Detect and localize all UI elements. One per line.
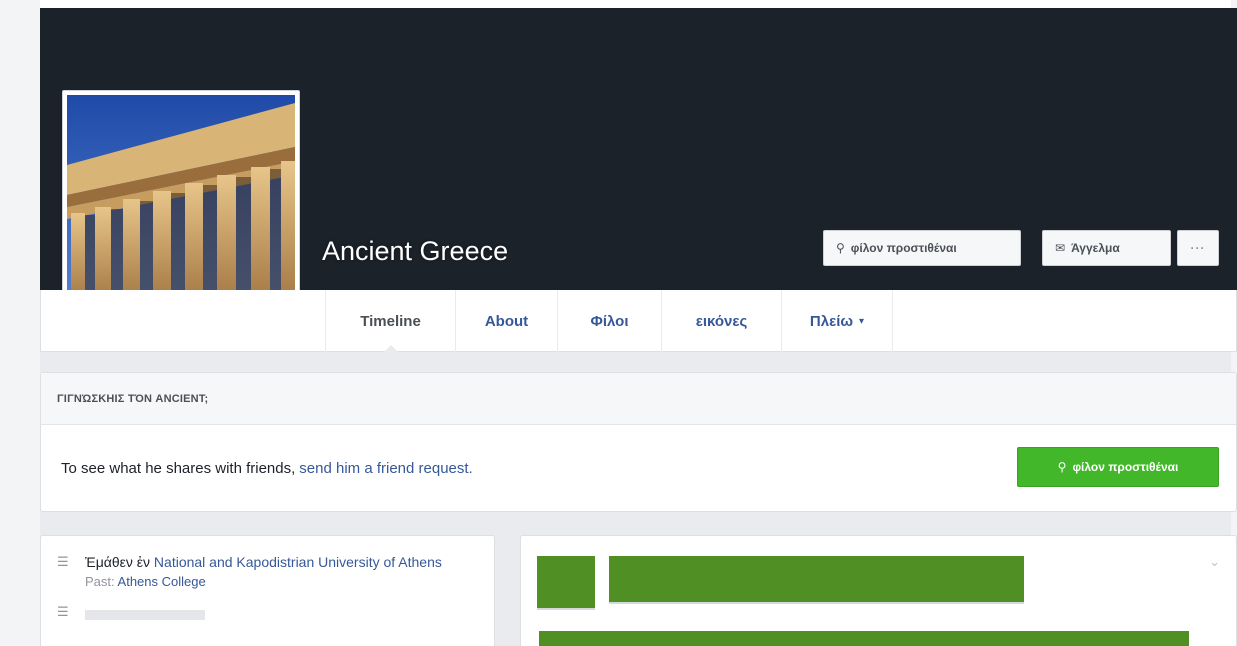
post-card: ⌄ (520, 535, 1237, 646)
add-friend-label: φίλον προστιθέναι (850, 241, 957, 255)
post-header-placeholder (609, 556, 1024, 604)
top-strip (0, 0, 1237, 8)
tab-friends[interactable]: Φίλοι (557, 290, 661, 352)
past-label: Past: (85, 574, 115, 589)
left-gutter (0, 0, 40, 646)
intro-row-cut: ☰ (41, 592, 494, 620)
past-school: Past: Athens College (85, 572, 485, 592)
profile-header: Ancient Greece ⚲ φίλον προστιθέναι ✉ Άγγ… (40, 8, 1237, 353)
friend-request-text: To see what he shares with friends, (61, 459, 296, 477)
more-options-button[interactable]: ··· (1177, 230, 1219, 266)
tab-about[interactable]: About (455, 290, 557, 352)
post-avatar-placeholder (537, 556, 595, 610)
education-prefix: Ἐμάθεν ἐν (85, 554, 151, 570)
friend-request-link[interactable]: send him a friend request. (299, 460, 472, 477)
education-row: ☰ Ἐμάθεν ἐν National and Kapodistrian Un… (41, 536, 494, 592)
profile-nav-bar: Timeline About Φίλοι εικόνες Πλείω ▾ (40, 290, 1237, 353)
info-icon: ☰ (57, 604, 69, 619)
tab-more[interactable]: Πλείω ▾ (781, 290, 893, 352)
post-body-placeholder (539, 631, 1189, 646)
tab-timeline[interactable]: Timeline (325, 290, 455, 353)
add-friend-green-button[interactable]: ⚲ φίλον προστιθέναι (1017, 447, 1219, 487)
card-body: To see what he shares with friends, send… (41, 425, 1236, 511)
message-button[interactable]: ✉ Άγγελμα (1042, 230, 1171, 266)
chevron-down-icon[interactable]: ⌄ (1209, 554, 1220, 570)
tab-label: Πλείω (809, 312, 854, 330)
profile-name[interactable]: Ancient Greece (322, 236, 508, 267)
message-label: Άγγελμα (1071, 241, 1120, 255)
cut-off-text (85, 610, 205, 620)
tab-photos[interactable]: εικόνες (661, 290, 781, 352)
friend-request-card: ΓΙΓΝΏΣΚΗΙΣ ΤΌΝ ANCIENT; To see what he s… (40, 372, 1237, 512)
intro-card: ☰ Ἐμάθεν ἐν National and Kapodistrian Un… (40, 535, 495, 646)
school-link[interactable]: National and Kapodistrian University of … (154, 554, 442, 570)
person-plus-icon: ⚲ (1057, 460, 1067, 474)
tab-label: Φίλοι (590, 312, 629, 330)
message-icon: ✉ (1055, 241, 1066, 255)
past-school-link[interactable]: Athens College (118, 574, 206, 589)
nav-tabs: Timeline About Φίλοι εικόνες Πλείω ▾ (325, 290, 893, 353)
education-text: Ἐμάθεν ἐν National and Kapodistrian Univ… (85, 552, 485, 592)
tab-label: About (484, 312, 529, 330)
education-icon: ☰ (57, 554, 69, 569)
card-header: ΓΙΓΝΏΣΚΗΙΣ ΤΌΝ ANCIENT; (41, 373, 1236, 425)
tab-label: εικόνες (695, 312, 748, 330)
chevron-down-icon: ▾ (859, 315, 865, 327)
more-label: ··· (1190, 241, 1206, 255)
person-plus-icon: ⚲ (836, 241, 845, 255)
parthenon-image (67, 95, 295, 323)
add-friend-button[interactable]: ⚲ φίλον προστιθέναι (823, 230, 1021, 266)
tab-label: Timeline (360, 312, 421, 330)
add-friend-green-label: φίλον προστιθέναι (1072, 460, 1179, 474)
